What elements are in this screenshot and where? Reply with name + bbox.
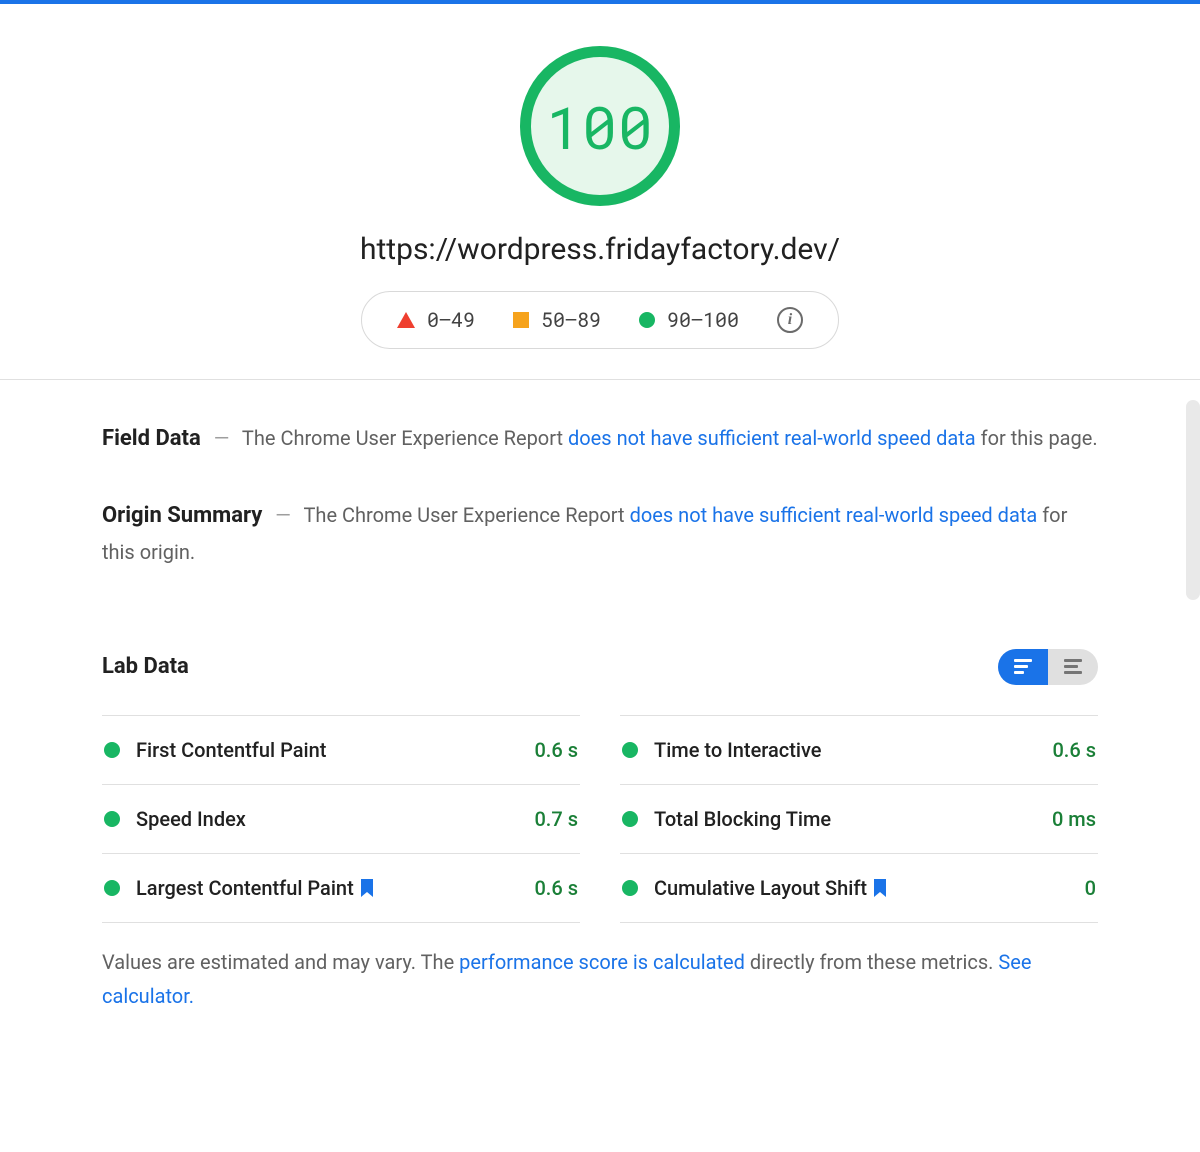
bars-icon [1064, 659, 1082, 674]
view-toggle [998, 649, 1098, 685]
field-data-pre: The Chrome User Experience Report [242, 426, 568, 450]
scrollbar[interactable] [1186, 400, 1200, 600]
metric-label: Largest Contentful Paint [136, 876, 518, 900]
status-dot-icon [622, 811, 638, 827]
metric-value: 0.6 s [534, 738, 578, 762]
divider [0, 379, 1200, 380]
footnote-pre: Values are estimated and may vary. The [102, 950, 459, 974]
metric-value: 0 ms [1052, 807, 1096, 831]
dash-icon: — [214, 426, 230, 450]
bookmark-icon [360, 879, 374, 897]
legend-high-label: 90–100 [667, 307, 739, 333]
origin-summary-heading: Origin Summary [102, 503, 262, 528]
origin-summary-link[interactable]: does not have sufficient real-world spee… [630, 503, 1038, 527]
metric-label: Speed Index [136, 807, 518, 831]
metric-row: Time to Interactive 0.6 s [620, 715, 1098, 784]
metric-row: Speed Index 0.7 s [102, 784, 580, 853]
metric-label: Cumulative Layout Shift [654, 876, 1069, 900]
bookmark-icon [873, 879, 887, 897]
score-value: 100 [546, 88, 653, 165]
status-dot-icon [622, 880, 638, 896]
metric-row: First Contentful Paint 0.6 s [102, 715, 580, 784]
metrics-grid: First Contentful Paint 0.6 s Time to Int… [102, 715, 1098, 923]
dash-icon: — [275, 503, 291, 527]
legend-high: 90–100 [639, 307, 739, 333]
metric-label: Total Blocking Time [654, 807, 1036, 831]
lab-footnote: Values are estimated and may vary. The p… [102, 945, 1098, 1053]
score-legend: 0–49 50–89 90–100 i [361, 291, 839, 349]
score-gauge: 100 [520, 46, 680, 206]
triangle-icon [397, 312, 415, 328]
legend-low-label: 0–49 [427, 307, 475, 333]
bars-left-icon [1014, 659, 1032, 674]
circle-icon [639, 312, 655, 328]
footnote-link-calc[interactable]: performance score is calculated [459, 950, 745, 974]
legend-mid-label: 50–89 [541, 307, 601, 333]
field-data-link[interactable]: does not have sufficient real-world spee… [568, 426, 976, 450]
info-icon[interactable]: i [777, 307, 803, 333]
field-data-heading: Field Data [102, 426, 201, 451]
origin-summary-pre: The Chrome User Experience Report [304, 503, 630, 527]
score-gauge-wrap: 100 [0, 46, 1200, 206]
metric-row: Largest Contentful Paint 0.6 s [102, 853, 580, 923]
metric-value: 0 [1085, 876, 1096, 900]
view-toggle-detailed[interactable] [1048, 649, 1098, 685]
view-toggle-summary[interactable] [998, 649, 1048, 685]
field-data-line: Field Data — The Chrome User Experience … [102, 420, 1098, 457]
metric-value: 0.6 s [1052, 738, 1096, 762]
tested-url: https://wordpress.fridayfactory.dev/ [0, 232, 1200, 267]
metric-value: 0.6 s [534, 876, 578, 900]
legend-low: 0–49 [397, 307, 475, 333]
footnote-mid: directly from these metrics. [745, 950, 998, 974]
status-dot-icon [104, 811, 120, 827]
status-dot-icon [104, 742, 120, 758]
field-data-post: for this page. [976, 426, 1098, 450]
status-dot-icon [622, 742, 638, 758]
metric-row: Cumulative Layout Shift 0 [620, 853, 1098, 923]
origin-summary-line: Origin Summary — The Chrome User Experie… [102, 497, 1098, 568]
square-icon [513, 312, 529, 328]
lab-data-heading: Lab Data [102, 654, 189, 679]
metric-label: Time to Interactive [654, 738, 1036, 762]
metric-value: 0.7 s [534, 807, 578, 831]
metric-row: Total Blocking Time 0 ms [620, 784, 1098, 853]
legend-mid: 50–89 [513, 307, 601, 333]
status-dot-icon [104, 880, 120, 896]
metric-label: First Contentful Paint [136, 738, 518, 762]
